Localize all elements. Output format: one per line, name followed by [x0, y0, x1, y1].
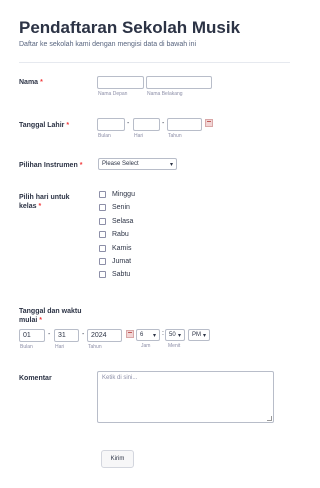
birth-year-input[interactable] — [167, 118, 202, 131]
birth-year-sublabel: Tahun — [168, 133, 182, 139]
hour-selected-value: 6 — [140, 332, 144, 338]
start-label-line2: mulai — [19, 317, 38, 324]
ampm-selected-value: PM — [192, 332, 201, 338]
day-option-label: Minggu — [112, 191, 135, 198]
checkbox[interactable] — [99, 231, 106, 238]
checkbox[interactable] — [99, 218, 106, 225]
day-option-rabu[interactable]: Rabu — [99, 231, 129, 238]
instrument-label: Pilihan Instrumen * — [19, 161, 82, 170]
days-label: Pilih hari untuk kelas * — [19, 193, 70, 211]
required-mark: * — [66, 122, 70, 129]
birthdate-label: Tanggal Lahir * — [19, 121, 69, 130]
chevron-down-icon: ▾ — [169, 161, 173, 168]
day-option-label: Rabu — [112, 231, 129, 238]
last-name-sublabel: Nama Belakang — [147, 91, 183, 97]
time-separator: : — [162, 330, 164, 337]
chevron-down-icon: ▾ — [152, 332, 156, 339]
minute-select[interactable]: 50 ▾ — [165, 329, 185, 341]
calendar-icon[interactable] — [126, 330, 134, 338]
start-month-input[interactable]: 01 — [19, 329, 45, 342]
calendar-icon[interactable] — [205, 119, 213, 127]
required-mark: * — [39, 317, 43, 324]
checkbox[interactable] — [99, 191, 106, 198]
instrument-selected-value: Please Select — [102, 161, 139, 167]
start-year-sublabel: Tahun — [88, 344, 102, 350]
required-mark: * — [38, 203, 42, 210]
required-mark: * — [79, 162, 83, 169]
day-option-selasa[interactable]: Selasa — [99, 218, 133, 225]
day-option-label: Kamis — [112, 245, 132, 252]
name-label-text: Nama — [19, 79, 39, 86]
first-name-input[interactable] — [97, 76, 144, 89]
date-separator: - — [127, 120, 130, 127]
instrument-select[interactable]: Please Select ▾ — [98, 158, 177, 170]
form-title: Pendaftaran Sekolah Musik — [19, 18, 241, 37]
day-option-jumat[interactable]: Jumat — [99, 258, 131, 265]
minute-selected-value: 50 — [169, 332, 176, 338]
day-option-senin[interactable]: Senin — [99, 204, 130, 211]
day-option-label: Sabtu — [112, 271, 131, 278]
day-option-kamis[interactable]: Kamis — [99, 245, 131, 252]
checkbox[interactable] — [99, 271, 106, 278]
last-name-input[interactable] — [146, 76, 212, 89]
instrument-label-text: Pilihan Instrumen — [19, 162, 78, 169]
start-day-input[interactable]: 31 — [54, 329, 79, 342]
name-label: Nama * — [19, 78, 43, 87]
hour-sublabel: Jam — [141, 343, 151, 349]
birthdate-label-text: Tanggal Lahir — [19, 122, 65, 129]
start-day-sublabel: Hari — [55, 344, 65, 350]
checkbox[interactable] — [99, 245, 106, 252]
checkbox[interactable] — [99, 258, 106, 265]
start-year-input[interactable]: 2024 — [87, 329, 122, 342]
day-option-label: Selasa — [112, 218, 134, 225]
required-mark: * — [40, 79, 43, 86]
form-subtitle: Daftar ke sekolah kami dengan mengisi da… — [19, 41, 197, 48]
hour-select[interactable]: 6 ▾ — [136, 329, 160, 341]
chevron-down-icon: ▾ — [203, 332, 207, 339]
ampm-select[interactable]: PM ▾ — [188, 329, 210, 341]
day-option-minggu[interactable]: Minggu — [99, 191, 135, 198]
date-separator: - — [82, 331, 85, 338]
resize-grip-icon[interactable] — [267, 416, 272, 421]
birth-month-sublabel: Bulan — [98, 133, 111, 139]
birth-month-input[interactable] — [97, 118, 125, 131]
date-separator: - — [48, 331, 51, 338]
day-option-label: Jumat — [112, 258, 132, 265]
first-name-sublabel: Nama Depan — [98, 91, 128, 97]
comment-label: Komentar — [19, 375, 52, 382]
checkbox[interactable] — [99, 204, 106, 211]
chevron-down-icon: ▾ — [177, 332, 181, 339]
start-datetime-label: Tanggal dan waktu mulai * — [19, 307, 82, 325]
days-label-line1: Pilih hari untuk — [19, 194, 70, 201]
comment-placeholder: Ketik di sini... — [102, 375, 138, 381]
submit-button[interactable]: Kirim — [101, 450, 134, 468]
start-month-sublabel: Bulan — [20, 344, 33, 350]
days-label-line2: kelas — [19, 203, 37, 210]
birth-day-sublabel: Hari — [134, 133, 144, 139]
comment-textarea[interactable]: Ketik di sini... — [97, 371, 274, 423]
day-option-sabtu[interactable]: Sabtu — [99, 271, 130, 278]
day-option-label: Senin — [112, 204, 130, 211]
date-separator: - — [162, 120, 165, 127]
birth-day-input[interactable] — [133, 118, 160, 131]
start-label-line1: Tanggal dan waktu — [19, 308, 82, 315]
header-divider — [19, 62, 290, 63]
minute-sublabel: Menit — [168, 343, 181, 349]
